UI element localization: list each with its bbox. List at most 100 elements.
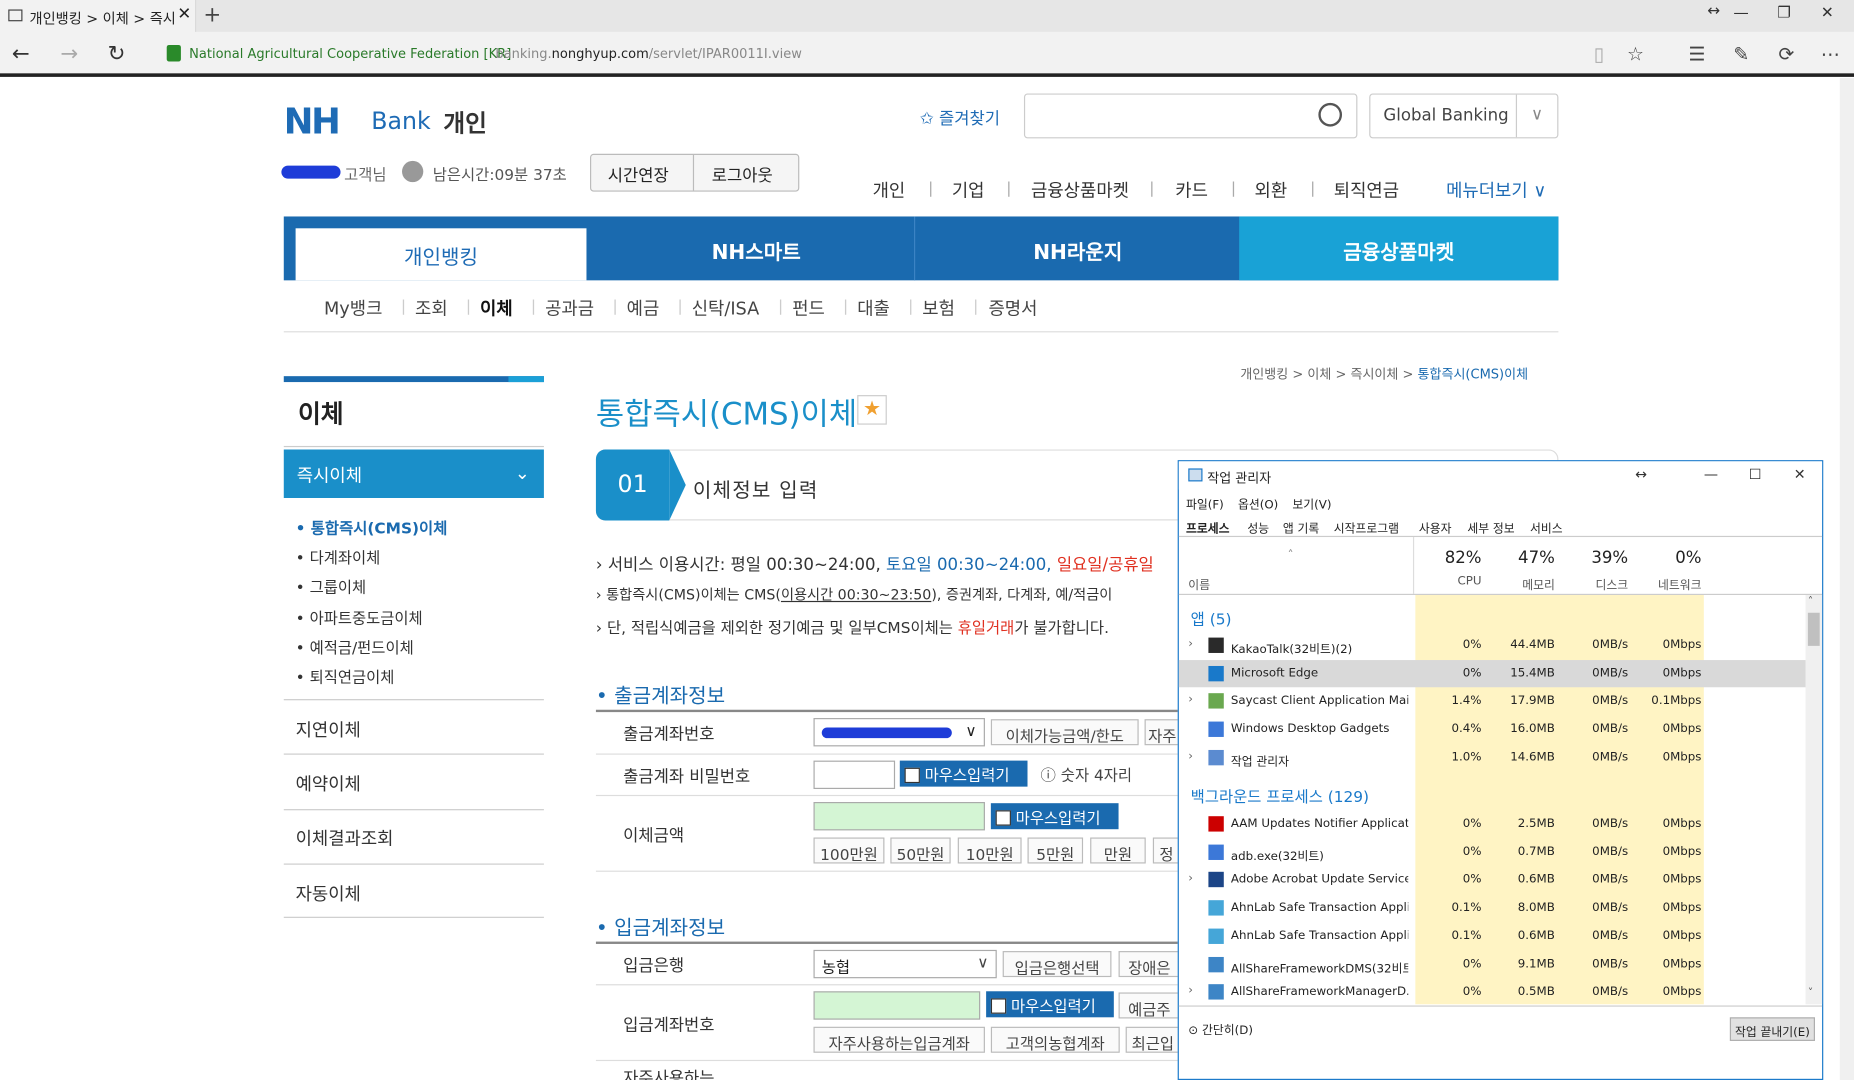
subnav-mybank[interactable]: My뱅크 xyxy=(324,296,382,321)
amount-100k-button[interactable]: 10만원 xyxy=(957,837,1022,864)
more-menu-link[interactable]: 메뉴더보기 ∨ xyxy=(1446,177,1546,202)
disk-header-value[interactable]: 39% xyxy=(1562,549,1628,568)
web-note-icon[interactable]: ✎ xyxy=(1733,43,1749,65)
scroll-up-icon[interactable]: ˄ xyxy=(1808,596,1813,608)
sidebar-item-auto[interactable]: 자동이체 xyxy=(296,881,361,906)
bank-select[interactable]: 농협 ∨ xyxy=(813,949,997,979)
memory-header-value[interactable]: 47% xyxy=(1489,549,1555,568)
expand-icon[interactable]: › xyxy=(1188,750,1193,763)
process-row[interactable]: AAM Updates Notifier Applicat... 0% 2.5MB 0… xyxy=(1179,810,1806,837)
amount-1m-button[interactable]: 100만원 xyxy=(813,837,885,864)
process-row[interactable]: › AllShareFrameworkManagerD... 0% 0.5MB 0MB/… xyxy=(1179,978,1806,1005)
amount-correct-button[interactable]: 정 xyxy=(1152,837,1181,864)
process-row[interactable]: › Saycast Client Application Mai... 1.4% 17… xyxy=(1179,688,1806,715)
amount-mouse-input-button[interactable]: 마우스입력기 xyxy=(990,803,1119,830)
extend-time-button[interactable]: 시간연장 xyxy=(608,163,669,187)
own-account-button[interactable]: 고객의농협계좌 xyxy=(990,1026,1120,1053)
minimize-icon[interactable]: — xyxy=(1704,466,1718,483)
amount-input[interactable] xyxy=(813,802,985,831)
search-input[interactable] xyxy=(1023,93,1358,139)
sidebar-item-instant-transfer[interactable]: 즉시이체 ⌄ xyxy=(283,449,544,499)
subnav-certificate[interactable]: 증명서 xyxy=(988,296,1037,321)
recent-button[interactable]: 최근입 xyxy=(1125,1026,1181,1053)
refresh-icon[interactable]: ↻ xyxy=(108,41,126,66)
subnav-utility[interactable]: 공과금 xyxy=(545,296,594,321)
network-header-value[interactable]: 0% xyxy=(1635,549,1701,568)
tab-details[interactable]: 세부 정보 xyxy=(1467,518,1514,536)
frequent-button[interactable]: 자주 xyxy=(1144,719,1181,746)
mouse-input-button[interactable]: 마우스입력기 xyxy=(899,760,1028,787)
tab-app-history[interactable]: 앱 기록 xyxy=(1283,518,1319,536)
main-tab-personal[interactable]: 개인뱅킹 xyxy=(295,228,587,281)
amount-50k-button[interactable]: 5만원 xyxy=(1027,837,1084,864)
subnav-transfer[interactable]: 이체 xyxy=(480,296,513,321)
site-identity[interactable]: National Agricultural Cooperative Federa… xyxy=(189,46,511,61)
favorites-link[interactable]: ✩ 즐겨찾기 xyxy=(920,106,1000,130)
subnav-trust[interactable]: 신탁/ISA xyxy=(692,296,760,321)
tab-processes[interactable]: 프로세스 xyxy=(1186,518,1230,536)
amount-500k-button[interactable]: 50만원 xyxy=(890,837,951,864)
topnav-personal[interactable]: 개인 xyxy=(873,177,906,202)
deposit-account-input[interactable] xyxy=(813,991,981,1020)
main-tab-smart[interactable]: NH스마트 xyxy=(598,216,916,281)
disabled-bank-button[interactable]: 장애은 xyxy=(1118,951,1181,978)
expand-icon[interactable]: › xyxy=(1188,984,1193,997)
subnav-inquiry[interactable]: 조회 xyxy=(415,296,448,321)
scroll-down-icon[interactable]: ˅ xyxy=(1808,988,1813,1000)
logout-button[interactable]: 로그아웃 xyxy=(712,163,773,187)
new-tab-button[interactable]: + xyxy=(203,2,221,27)
scroll-thumb[interactable] xyxy=(1807,612,1820,646)
sidebar-sub-pension[interactable]: • 퇴직연금이체 xyxy=(296,665,395,688)
fewer-details-button[interactable]: ⊙ 간단히(D) xyxy=(1188,1020,1253,1037)
expand-icon[interactable]: › xyxy=(1188,638,1193,651)
process-row[interactable]: AhnLab Safe Transaction Appli... 0.1% 8.0M… xyxy=(1179,894,1806,921)
withdraw-account-select[interactable]: ∨ xyxy=(813,718,985,747)
process-row[interactable]: AhnLab Safe Transaction Appli... 0.1% 0.6M… xyxy=(1179,922,1806,949)
deposit-mouse-input-button[interactable]: 마우스입력기 xyxy=(986,991,1114,1018)
tab-startup[interactable]: 시작프로그램 xyxy=(1334,518,1399,536)
topnav-card[interactable]: 카드 xyxy=(1175,177,1208,202)
topnav-pension[interactable]: 퇴직연금 xyxy=(1334,177,1399,202)
sidebar-sub-multi[interactable]: • 다계좌이체 xyxy=(296,545,381,568)
close-window-icon[interactable]: ✕ xyxy=(1821,5,1834,23)
expand-icon[interactable]: › xyxy=(1188,872,1193,885)
subnav-loan[interactable]: 대출 xyxy=(857,296,890,321)
cpu-header-value[interactable]: 82% xyxy=(1415,549,1482,568)
menu-file[interactable]: 파일(F) xyxy=(1186,494,1224,512)
back-icon[interactable]: ← xyxy=(12,41,30,66)
process-row[interactable]: › Adobe Acrobat Update Service... 0% 0.6MB 0… xyxy=(1179,866,1806,893)
reading-view-icon[interactable]: ▯ xyxy=(1594,43,1604,65)
sidebar-sub-savings[interactable]: • 예적금/펀드이체 xyxy=(296,635,414,658)
background-group[interactable]: 백그라운드 프로세스 (129) xyxy=(1191,784,1369,807)
task-manager-titlebar[interactable]: 작업 관리자 ↔ — ☐ ✕ xyxy=(1178,461,1823,490)
global-banking-select[interactable]: Global Banking ∨ xyxy=(1369,93,1559,139)
process-row[interactable]: adb.exe(32비트) 0% 0.7MB 0MB/s 0Mbps xyxy=(1179,838,1806,865)
process-scrollbar[interactable] xyxy=(1805,594,1823,1005)
subnav-fund[interactable]: 펀드 xyxy=(792,296,825,321)
nh-logo[interactable]: NH xyxy=(284,102,341,143)
sidebar-item-reserved[interactable]: 예약이체 xyxy=(296,771,361,796)
receiver-button[interactable]: 예금주 xyxy=(1118,992,1181,1019)
topnav-forex[interactable]: 외환 xyxy=(1255,177,1288,202)
browser-tab[interactable]: 개인뱅킹 > 이체 > 즉시 ✕ xyxy=(0,0,197,32)
name-column-header[interactable]: 이름 xyxy=(1188,575,1210,593)
main-tab-market[interactable]: 금융상품마켓 xyxy=(1239,216,1559,281)
expand-icon[interactable]: › xyxy=(1188,694,1193,707)
subnav-insurance[interactable]: 보험 xyxy=(922,296,955,321)
more-icon[interactable]: ⋯ xyxy=(1821,43,1840,65)
process-row[interactable]: AllShareFrameworkDMS(32비트) 0% 9.1MB 0MB/s 0M… xyxy=(1179,950,1806,977)
share-icon[interactable]: ⟳ xyxy=(1778,43,1794,65)
end-task-button[interactable]: 작업 끝내기(E) xyxy=(1729,1017,1815,1041)
sidebar-sub-apartment[interactable]: • 아파트중도금이체 xyxy=(296,606,423,628)
tab-performance[interactable]: 성능 xyxy=(1247,518,1269,536)
process-row[interactable]: › KakaoTalk(32비트)(2) 0% 44.4MB 0MB/s 0Mbps xyxy=(1179,632,1806,659)
process-row[interactable]: Microsoft Edge 0% 15.4MB 0MB/s 0Mbps xyxy=(1178,659,1806,687)
main-tab-lounge[interactable]: NH라운지 xyxy=(916,216,1239,280)
topnav-market[interactable]: 금융상품마켓 xyxy=(1031,177,1129,202)
forward-icon[interactable]: → xyxy=(60,41,78,66)
apps-group[interactable]: 앱 (5) xyxy=(1191,607,1232,630)
tab-users[interactable]: 사용자 xyxy=(1419,518,1452,536)
close-icon[interactable]: ✕ xyxy=(1794,466,1806,483)
sort-up-icon[interactable]: ˄ xyxy=(1288,549,1294,562)
sidebar-item-results[interactable]: 이체결과조회 xyxy=(296,826,394,851)
